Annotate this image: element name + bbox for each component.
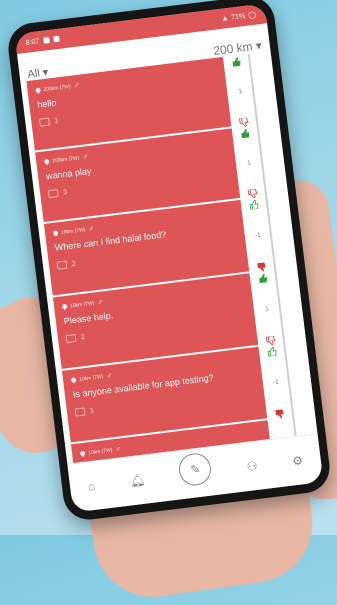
person-icon[interactable]: ⚇ [246, 459, 258, 474]
male-icon: ♂ [105, 370, 113, 381]
male-icon: ♂ [87, 223, 95, 234]
comment-icon [39, 117, 50, 127]
male-icon: ♂ [72, 80, 81, 91]
location-pin-icon [70, 376, 78, 384]
vote-score: -1 [273, 379, 280, 387]
app-screen: 8:07 ▲ 71% ◯ All ▾ 200 km ▾ 200km (7W) ♂ … [14, 3, 324, 513]
comment-icon [47, 189, 59, 199]
location-pin-icon [79, 449, 87, 457]
location-pin-icon [34, 86, 42, 94]
thumbs-down-icon[interactable] [274, 409, 285, 419]
battery-icon: ◯ [247, 11, 257, 20]
home-icon[interactable]: ⌂ [87, 479, 96, 494]
male-icon: ♂ [96, 297, 104, 308]
location-pin-icon [43, 158, 51, 166]
thumbs-up-icon[interactable] [249, 199, 260, 210]
comment-icon [65, 333, 77, 344]
comment-count: 3 [62, 188, 68, 196]
vote-score: 1 [238, 88, 243, 96]
post-meta: 200km (7W) [43, 83, 71, 93]
location-pin-icon [61, 303, 69, 311]
comment-count: 1 [89, 406, 95, 415]
battery-text: 71% [230, 12, 246, 22]
thumbs-up-icon[interactable] [231, 57, 242, 67]
post-meta: 10km (7W) [60, 226, 86, 236]
comment-count: 1 [54, 116, 59, 125]
post-meta: 10km (7W) [78, 373, 104, 383]
pencil-icon: ✎ [189, 461, 202, 477]
notification-icon [42, 37, 50, 44]
male-icon: ♂ [114, 444, 122, 454]
post-meta: 200km (7W) [51, 154, 80, 164]
thumbs-up-icon[interactable] [258, 273, 269, 284]
compose-button[interactable]: ✎ [177, 451, 214, 488]
comment-icon [56, 260, 68, 270]
thumbs-up-icon[interactable] [240, 128, 251, 139]
gear-icon[interactable]: ⚙ [291, 453, 303, 468]
vote-score: -1 [254, 232, 261, 240]
notification-icon [52, 35, 60, 43]
male-icon: ♂ [81, 152, 89, 162]
signal-icon: ▲ [221, 14, 229, 23]
thumbs-up-icon[interactable] [267, 346, 278, 357]
post-meta: 10km (7W) [87, 446, 113, 456]
post-meta: 10km (7W) [69, 299, 95, 309]
comment-count: 2 [80, 333, 86, 341]
post-list: 200km (7W) ♂ hello 1 1 200km (7W) ♂ wanna … [20, 51, 317, 500]
vote-score: 1 [264, 306, 270, 313]
comment-icon [74, 407, 86, 417]
status-time: 8:07 [25, 37, 40, 47]
location-pin-icon [52, 229, 60, 237]
vote-score: 1 [247, 160, 252, 167]
bell-icon[interactable]: 🔔︎ [129, 473, 146, 489]
comment-count: 2 [71, 259, 77, 268]
